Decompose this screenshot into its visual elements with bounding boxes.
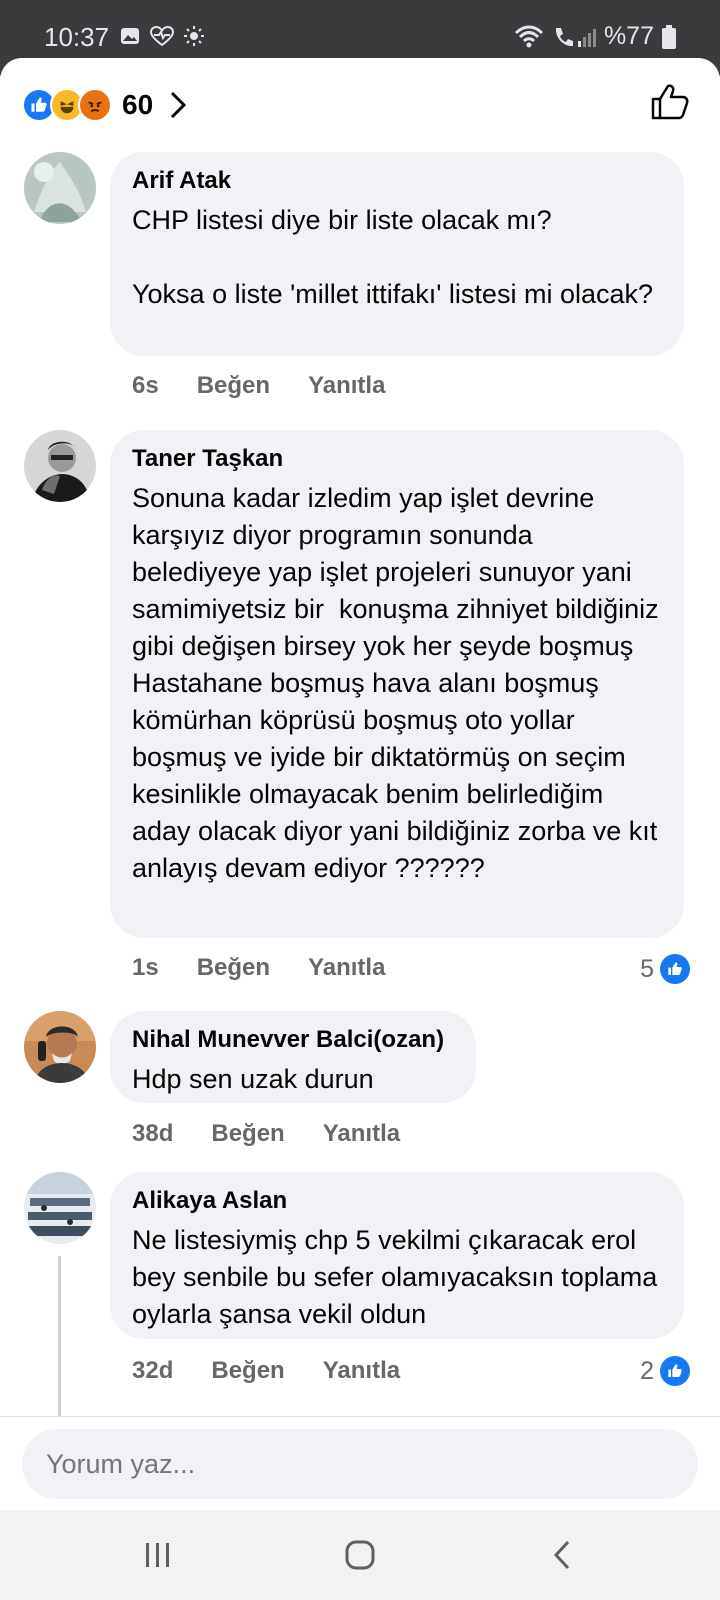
back-button[interactable] xyxy=(532,1530,592,1580)
comment-like-count[interactable]: 5 xyxy=(640,952,692,986)
comment-time: 38d xyxy=(132,1120,174,1147)
reactions-summary[interactable]: 60 xyxy=(22,88,187,122)
like-count-value: 2 xyxy=(640,1356,654,1385)
comment-bubble: Taner Taşkan Sonuna kadar izledim yap iş… xyxy=(110,430,684,938)
comment-actions: 32d Beğen Yanıtla xyxy=(132,1357,400,1385)
comment-author[interactable]: Alikaya Aslan xyxy=(132,1186,662,1216)
comment-bubble: Arif Atak CHP listesi diye bir liste ola… xyxy=(110,152,684,356)
reply-button[interactable]: Yanıtla xyxy=(323,1120,400,1148)
like-post-button[interactable] xyxy=(650,82,690,127)
like-comment-button[interactable]: Beğen xyxy=(197,954,270,982)
clock: 10:37 xyxy=(44,22,110,52)
chevron-right-icon xyxy=(171,91,187,119)
comment-text: Hdp sen uzak durun xyxy=(132,1064,374,1094)
reply-thread-line xyxy=(58,1256,61,1416)
like-badge-icon xyxy=(658,952,692,986)
comment-input[interactable] xyxy=(22,1429,698,1499)
like-comment-button[interactable]: Beğen xyxy=(211,1357,284,1385)
battery-icon xyxy=(662,24,676,49)
call-signal-icon xyxy=(555,27,596,47)
recent-apps-button[interactable] xyxy=(128,1530,188,1580)
wifi-icon xyxy=(514,25,544,47)
battery-percent: %77 xyxy=(603,22,654,50)
like-badge-icon xyxy=(658,1354,692,1388)
comment-author[interactable]: Nihal Munevver Balci(ozan) xyxy=(132,1025,454,1055)
back-icon xyxy=(553,1540,570,1570)
home-icon xyxy=(345,1540,375,1570)
thumbs-up-outline-icon xyxy=(651,84,689,120)
comment-text: CHP listesi diye bir liste olacak mı? Yo… xyxy=(132,205,654,309)
system-nav-bar xyxy=(0,1510,720,1600)
reply-button[interactable]: Yanıtla xyxy=(308,372,385,400)
home-button[interactable] xyxy=(330,1530,390,1580)
comment-text: Ne listesiymiş chp 5 vekilmi çıkaracak e… xyxy=(132,1225,665,1329)
avatar[interactable] xyxy=(24,1172,96,1244)
like-count-value: 5 xyxy=(640,954,654,983)
comment-text: Sonuna kadar izledim yap işlet devrine k… xyxy=(132,483,667,883)
reactions-header: 60 xyxy=(0,58,720,148)
brightness-icon xyxy=(184,26,204,46)
avatar[interactable] xyxy=(24,430,96,502)
recent-apps-icon xyxy=(146,1543,169,1567)
comment-time: 6s xyxy=(132,372,159,399)
comment-actions: 6s Beğen Yanıtla xyxy=(132,372,385,400)
comment-bubble: Alikaya Aslan Ne listesiymiş chp 5 vekil… xyxy=(110,1172,684,1339)
like-comment-button[interactable]: Beğen xyxy=(197,372,270,400)
comment-author[interactable]: Taner Taşkan xyxy=(132,444,662,474)
gallery-icon xyxy=(121,28,139,44)
comment-time: 32d xyxy=(132,1357,174,1384)
reaction-count: 60 xyxy=(122,89,154,120)
comment-author[interactable]: Arif Atak xyxy=(132,166,662,196)
avatar[interactable] xyxy=(24,152,96,224)
comment-time: 1s xyxy=(132,954,159,981)
comment-composer xyxy=(0,1417,720,1509)
health-icon xyxy=(150,26,174,46)
angry-reaction-icon xyxy=(78,88,112,122)
like-comment-button[interactable]: Beğen xyxy=(211,1120,284,1148)
avatar[interactable] xyxy=(24,1011,96,1083)
reply-button[interactable]: Yanıtla xyxy=(323,1357,400,1385)
comment-like-count[interactable]: 2 xyxy=(640,1354,692,1388)
comment-actions: 1s Beğen Yanıtla xyxy=(132,954,385,982)
reply-button[interactable]: Yanıtla xyxy=(308,954,385,982)
comment-actions: 38d Beğen Yanıtla xyxy=(132,1120,400,1148)
comment-bubble: Nihal Munevver Balci(ozan) Hdp sen uzak … xyxy=(110,1011,476,1103)
